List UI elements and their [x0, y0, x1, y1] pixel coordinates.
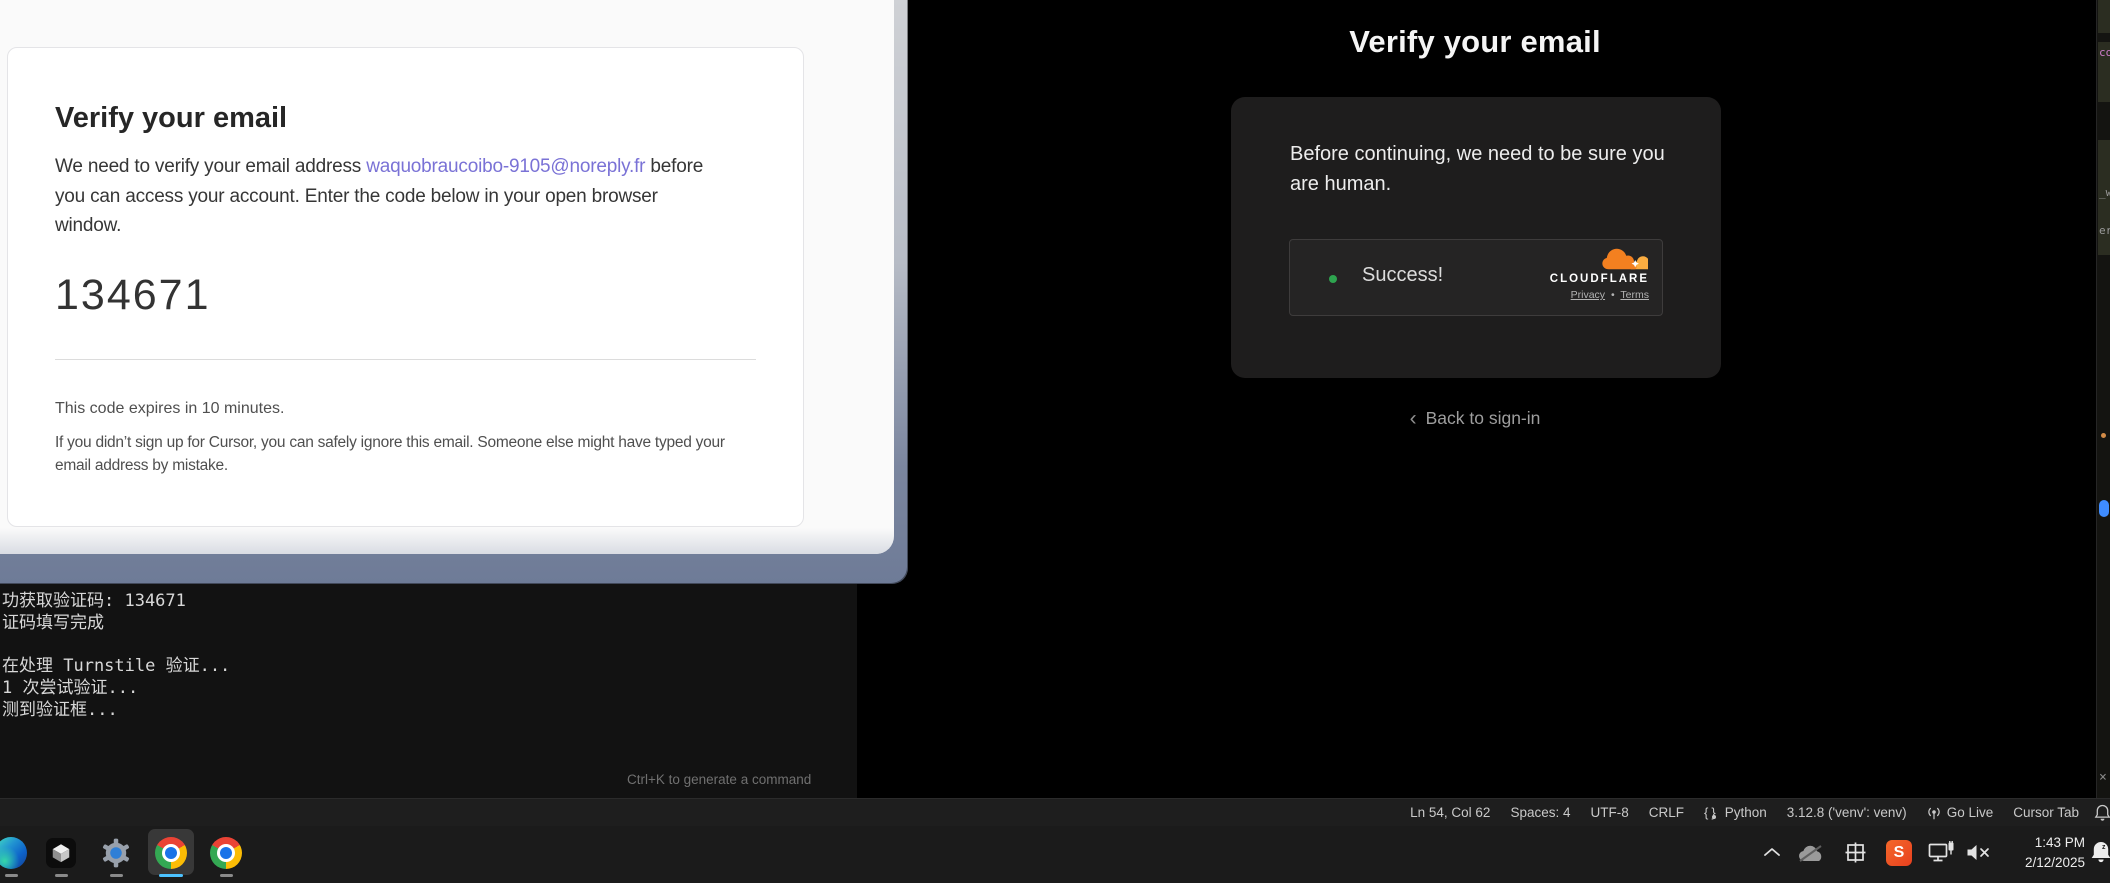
email-preview-window: Verify your email We need to verify your…: [0, 0, 908, 584]
cloudflare-wordmark: CLOUDFLARE: [1550, 273, 1649, 285]
volume-muted-icon[interactable]: [1966, 844, 1992, 861]
email-disclaimer: If you didn’t sign up for Cursor, you ca…: [55, 432, 760, 477]
window-content: Verify your email We need to verify your…: [0, 0, 894, 554]
active-running-indicator: [159, 874, 183, 877]
braces-icon: {}: [1704, 805, 1719, 820]
chrome-icon: [155, 837, 187, 869]
cursor-position-indicator[interactable]: Ln 54, Col 62: [1410, 805, 1490, 820]
desktop-screen: co _w er × Verify your email Before cont…: [0, 0, 2110, 883]
email-body: We need to verify your email address waq…: [55, 152, 715, 241]
success-dot-icon: [1329, 275, 1337, 283]
clock-date: 2/12/2025: [1990, 853, 2085, 873]
back-to-signin-link[interactable]: ‹ Back to sign-in: [1325, 406, 1625, 430]
running-indicator: [110, 874, 123, 877]
running-indicator: [220, 874, 233, 877]
indentation-indicator[interactable]: Spaces: 4: [1510, 805, 1570, 820]
terminal-panel[interactable]: 功获取验证码: 134671 证码填写完成 在处理 Turnstile 验证..…: [0, 584, 857, 798]
snipaste-icon[interactable]: S: [1886, 840, 1912, 866]
back-to-signin-label: Back to sign-in: [1426, 408, 1541, 428]
python-interpreter-indicator[interactable]: 3.12.8 ('venv': venv): [1787, 805, 1907, 820]
code-fragment: er: [2099, 224, 2110, 237]
code-fragment: _w: [2099, 186, 2110, 199]
broadcast-icon: [1927, 806, 1941, 820]
onedrive-paused-icon[interactable]: [1797, 844, 1825, 863]
code-fragment-block: [2098, 0, 2110, 33]
running-indicator: [55, 874, 68, 877]
link-separator: •: [1611, 289, 1615, 301]
chevron-left-icon: ‹: [1410, 407, 1417, 430]
taskbar-app-cursor[interactable]: [41, 833, 81, 873]
scrollbar-badge[interactable]: [2099, 500, 2109, 517]
page-title: Verify your email: [1175, 24, 1775, 60]
language-label: Python: [1725, 805, 1767, 820]
terminal-line: 测到验证框...: [2, 695, 118, 720]
cursor-tab-toggle[interactable]: Cursor Tab: [2013, 805, 2079, 820]
taskbar: S 1:43 PM 2/12/2025 z: [0, 826, 2110, 883]
divider: [55, 359, 756, 360]
email-address-link[interactable]: waquobraucoibo-9105@noreply.fr: [366, 156, 645, 177]
email-title: Verify your email: [55, 102, 287, 135]
taskbar-app-chrome[interactable]: [206, 833, 246, 873]
terms-link[interactable]: Terms: [1620, 289, 1649, 301]
chrome-icon: [210, 837, 242, 869]
eol-indicator[interactable]: CRLF: [1649, 805, 1684, 820]
cloudflare-logo-icon: [1602, 245, 1648, 272]
human-check-card: Before continuing, we need to be sure yo…: [1231, 97, 1721, 378]
taskbar-clock[interactable]: 1:43 PM 2/12/2025: [1990, 833, 2085, 873]
code-expiry-note: This code expires in 10 minutes.: [55, 400, 284, 418]
taskbar-app-chrome-active[interactable]: [151, 833, 191, 873]
notification-bell-sleep-icon[interactable]: z: [2090, 840, 2110, 866]
input-method-icon[interactable]: [1845, 842, 1866, 863]
editor-sliver: co _w er ×: [2096, 0, 2110, 798]
human-check-prompt: Before continuing, we need to be sure yo…: [1290, 139, 1666, 199]
notifications-bell-icon[interactable]: [2094, 804, 2110, 822]
email-body-prefix: We need to verify your email address: [55, 156, 366, 177]
email-card: Verify your email We need to verify your…: [7, 47, 804, 527]
terminal-ai-hint: Ctrl+K to generate a command: [627, 772, 811, 787]
language-mode-indicator[interactable]: {} Python: [1704, 805, 1767, 820]
clock-time: 1:43 PM: [1990, 833, 2085, 853]
tray-chevron-up-icon[interactable]: [1763, 847, 1781, 857]
turnstile-links: Privacy • Terms: [1571, 289, 1649, 301]
network-ethernet-icon[interactable]: [1928, 841, 1956, 865]
go-live-button[interactable]: Go Live: [1927, 805, 1994, 820]
edge-icon: [0, 837, 27, 869]
cursor-cube-icon: [46, 838, 76, 868]
svg-text:z: z: [2102, 844, 2106, 851]
modified-indicator-dot: [2101, 433, 2106, 438]
code-fragment: co: [2099, 46, 2110, 59]
status-bar: Ln 54, Col 62 Spaces: 4 UTF-8 CRLF {} Py…: [0, 798, 2110, 826]
terminal-line: 证码填写完成: [2, 608, 104, 633]
taskbar-app-edge[interactable]: [0, 833, 31, 873]
snipaste-letter: S: [1894, 844, 1905, 862]
go-live-label: Go Live: [1947, 805, 1994, 820]
privacy-link[interactable]: Privacy: [1571, 289, 1605, 301]
close-icon[interactable]: ×: [2099, 770, 2107, 785]
running-indicator: [5, 874, 18, 877]
cloudflare-turnstile-widget: Success! CLOUDFLARE Privacy • Terms: [1289, 239, 1663, 316]
turnstile-status: Success!: [1362, 264, 1443, 287]
verification-code: 134671: [55, 271, 211, 320]
browser-verify-page: Verify your email Before continuing, we …: [857, 0, 2096, 798]
gear-icon: [101, 838, 131, 868]
encoding-indicator[interactable]: UTF-8: [1590, 805, 1628, 820]
taskbar-app-settings[interactable]: [96, 833, 136, 873]
